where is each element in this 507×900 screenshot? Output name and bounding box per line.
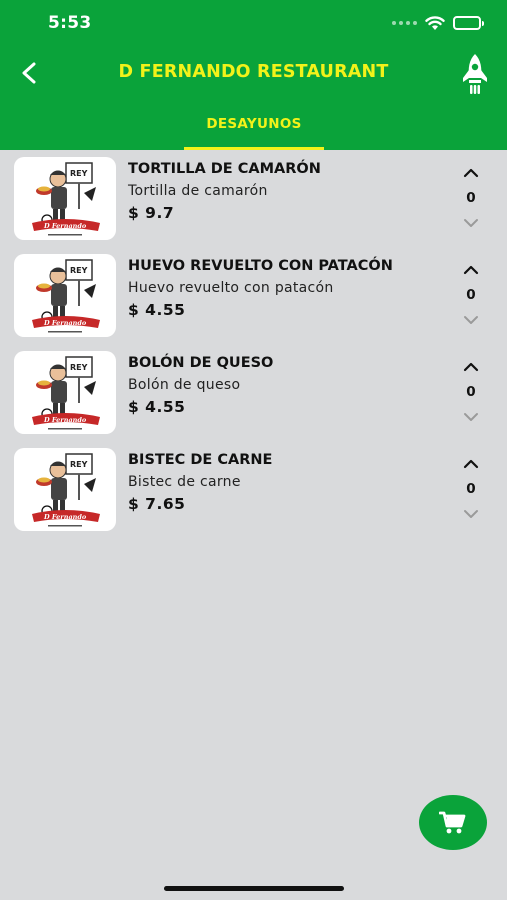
- product-item[interactable]: REY D Fernando TORTILLA DE CAMARÓN Torti…: [0, 150, 507, 247]
- svg-text:D Fernando: D Fernando: [43, 416, 87, 424]
- svg-text:REY: REY: [70, 169, 88, 178]
- product-item[interactable]: REY D Fernando HUEVO REVUELTO CON PATACÓ…: [0, 247, 507, 344]
- increase-quantity-button[interactable]: [461, 359, 481, 373]
- svg-text:REY: REY: [70, 460, 88, 469]
- product-description: Bistec de carne: [128, 474, 241, 490]
- page-title: D FERNANDO RESTAURANT: [118, 62, 389, 82]
- product-price: $ 7.65: [128, 495, 186, 513]
- chevron-down-icon: [464, 316, 478, 324]
- decrease-quantity-button[interactable]: [461, 409, 481, 423]
- product-description: Bolón de queso: [128, 377, 241, 393]
- chevron-up-icon: [463, 168, 479, 178]
- quantity-value: 0: [466, 384, 476, 400]
- status-icons: [392, 14, 484, 32]
- product-price: $ 9.7: [128, 204, 175, 222]
- increase-quantity-button[interactable]: [461, 165, 481, 179]
- chevron-down-icon: [464, 219, 478, 227]
- decrease-quantity-button[interactable]: [461, 506, 481, 520]
- rocket-button[interactable]: [459, 52, 491, 96]
- chevron-down-icon: [464, 413, 478, 421]
- chevron-up-icon: [463, 362, 479, 372]
- restaurant-logo-image: REY D Fernando: [32, 453, 100, 527]
- product-item[interactable]: REY D Fernando BISTEC DE CARNE Bistec de…: [0, 441, 507, 538]
- quantity-value: 0: [466, 190, 476, 206]
- product-image: REY D Fernando: [14, 448, 116, 531]
- chevron-down-icon: [464, 510, 478, 518]
- product-name: BISTEC DE CARNE: [128, 452, 273, 468]
- svg-text:D Fernando: D Fernando: [43, 513, 87, 521]
- cart-icon: [439, 811, 466, 833]
- back-button[interactable]: [14, 58, 44, 88]
- quantity-value: 0: [466, 287, 476, 303]
- decrease-quantity-button[interactable]: [461, 215, 481, 229]
- product-description: Huevo revuelto con patacón: [128, 280, 334, 296]
- product-price: $ 4.55: [128, 301, 186, 319]
- product-image: REY D Fernando: [14, 351, 116, 434]
- increase-quantity-button[interactable]: [461, 262, 481, 276]
- restaurant-logo-image: REY D Fernando: [32, 259, 100, 333]
- product-list: REY D Fernando TORTILLA DE CAMARÓN Torti…: [0, 150, 507, 538]
- product-price: $ 4.55: [128, 398, 186, 416]
- svg-text:D Fernando: D Fernando: [43, 319, 87, 327]
- svg-text:REY: REY: [70, 363, 88, 372]
- status-bar: 5:53: [0, 0, 507, 46]
- product-description: Tortilla de camarón: [128, 183, 268, 199]
- increase-quantity-button[interactable]: [461, 456, 481, 470]
- product-image: REY D Fernando: [14, 254, 116, 337]
- chevron-left-icon: [22, 62, 36, 84]
- tab-desayunos[interactable]: DESAYUNOS: [184, 106, 324, 150]
- product-name: HUEVO REVUELTO CON PATACÓN: [128, 258, 393, 274]
- product-image: REY D Fernando: [14, 157, 116, 240]
- product-name: BOLÓN DE QUESO: [128, 355, 274, 371]
- quantity-value: 0: [466, 481, 476, 497]
- decrease-quantity-button[interactable]: [461, 312, 481, 326]
- signal-icon: [392, 21, 417, 25]
- status-time: 5:53: [48, 13, 92, 33]
- svg-text:REY: REY: [70, 266, 88, 275]
- chevron-up-icon: [463, 265, 479, 275]
- product-item[interactable]: REY D Fernando BOLÓN DE QUESO Bolón de q…: [0, 344, 507, 441]
- tab-label: DESAYUNOS: [206, 116, 302, 132]
- wifi-icon: [425, 15, 445, 30]
- product-name: TORTILLA DE CAMARÓN: [128, 161, 321, 177]
- restaurant-logo-image: REY D Fernando: [32, 162, 100, 236]
- app-header: 5:53 D FERNANDO RESTAURANT DESAYUNOS: [0, 0, 507, 150]
- chevron-up-icon: [463, 459, 479, 469]
- home-indicator: [164, 886, 344, 891]
- rocket-icon: [463, 54, 487, 94]
- svg-text:D Fernando: D Fernando: [43, 222, 87, 230]
- cart-button[interactable]: [419, 795, 487, 850]
- restaurant-logo-image: REY D Fernando: [32, 356, 100, 430]
- battery-icon: [453, 16, 484, 30]
